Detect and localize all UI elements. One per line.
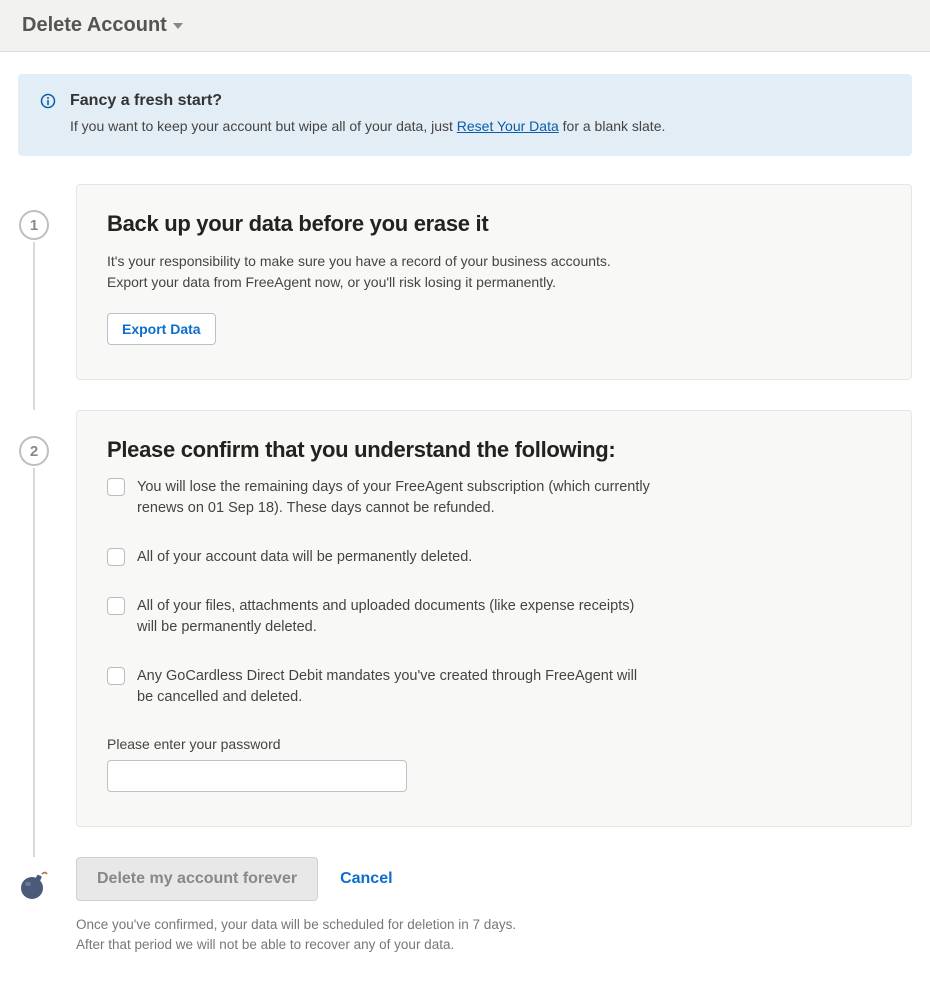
export-data-button[interactable]: Export Data (107, 313, 216, 345)
page-title-dropdown[interactable]: Delete Account (22, 14, 183, 37)
step-marker-col: 1 (18, 184, 50, 380)
backup-body: It's your responsibility to make sure yo… (107, 251, 881, 293)
confirm-label-2: All of your account data will be permane… (137, 547, 472, 568)
backup-line1: It's your responsibility to make sure yo… (107, 253, 611, 269)
step-marker-col (18, 857, 50, 956)
confirm-checkbox-3[interactable] (107, 597, 125, 615)
timeline-connector (33, 468, 35, 857)
password-label: Please enter your password (107, 736, 881, 752)
confirm-title: Please confirm that you understand the f… (107, 437, 881, 463)
step-final: Delete my account forever Cancel Once yo… (18, 857, 912, 956)
action-row: Delete my account forever Cancel (76, 857, 912, 901)
info-content: Fancy a fresh start? If you want to keep… (70, 92, 890, 134)
password-input[interactable] (107, 760, 407, 792)
confirm-label-1: You will lose the remaining days of your… (137, 477, 657, 519)
final-warning: Once you've confirmed, your data will be… (76, 915, 912, 956)
warn-line2: After that period we will not be able to… (76, 937, 454, 952)
chevron-down-icon (173, 23, 183, 29)
page-header: Delete Account (0, 0, 930, 52)
step-marker-col: 2 (18, 410, 50, 827)
cancel-link[interactable]: Cancel (340, 870, 392, 888)
confirm-checkbox-2[interactable] (107, 548, 125, 566)
banner-body-suffix: for a blank slate. (559, 118, 666, 134)
step-backup-card: Back up your data before you erase it It… (76, 184, 912, 380)
confirm-checkbox-4[interactable] (107, 667, 125, 685)
confirm-checkbox-1[interactable] (107, 478, 125, 496)
step-confirm: 2 Please confirm that you understand the… (18, 410, 912, 827)
info-icon (40, 93, 56, 134)
step-marker-1: 1 (19, 210, 49, 240)
banner-body-prefix: If you want to keep your account but wip… (70, 118, 457, 134)
page-title-text: Delete Account (22, 14, 167, 37)
final-actions: Delete my account forever Cancel Once yo… (76, 857, 912, 956)
step-backup: 1 Back up your data before you erase it … (18, 184, 912, 380)
delete-account-button[interactable]: Delete my account forever (76, 857, 318, 901)
step-marker-2: 2 (19, 436, 49, 466)
confirm-item: You will lose the remaining days of your… (107, 477, 881, 519)
step-confirm-card: Please confirm that you understand the f… (76, 410, 912, 827)
bomb-icon (17, 867, 51, 901)
confirm-label-4: Any GoCardless Direct Debit mandates you… (137, 666, 657, 708)
confirm-item: All of your account data will be permane… (107, 547, 881, 568)
backup-title: Back up your data before you erase it (107, 211, 881, 237)
warn-line1: Once you've confirmed, your data will be… (76, 917, 516, 932)
reset-data-link[interactable]: Reset Your Data (457, 118, 559, 134)
banner-body: If you want to keep your account but wip… (70, 118, 890, 134)
backup-line2: Export your data from FreeAgent now, or … (107, 274, 556, 290)
confirm-item: Any GoCardless Direct Debit mandates you… (107, 666, 881, 708)
info-banner: Fancy a fresh start? If you want to keep… (18, 74, 912, 156)
main-container: Fancy a fresh start? If you want to keep… (0, 52, 930, 986)
steps-timeline: 1 Back up your data before you erase it … (18, 184, 912, 956)
confirm-item: All of your files, attachments and uploa… (107, 596, 881, 638)
banner-title: Fancy a fresh start? (70, 92, 890, 110)
confirm-label-3: All of your files, attachments and uploa… (137, 596, 657, 638)
timeline-connector (33, 242, 35, 410)
